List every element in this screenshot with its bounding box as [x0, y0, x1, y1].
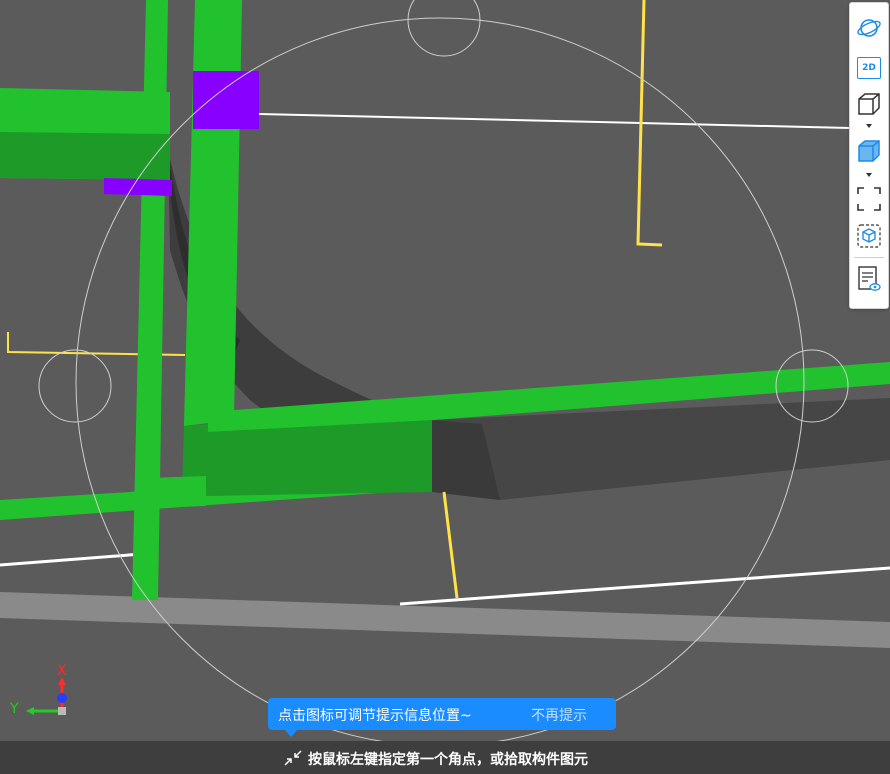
white-pipe-1[interactable] — [215, 112, 851, 129]
purple-connector-1[interactable] — [193, 71, 259, 129]
toolbar-divider — [854, 257, 884, 258]
cube-filled-icon — [856, 138, 882, 164]
view-2d-button[interactable]: 2D — [853, 53, 885, 83]
wireframe-dropdown-caret[interactable] — [866, 124, 872, 128]
view-toolbar: 2D — [849, 2, 889, 309]
fullscreen-corners-icon — [856, 186, 882, 212]
section-box-button[interactable] — [853, 221, 885, 251]
green-beam-top-left-shade[interactable] — [0, 132, 170, 180]
purple-connector-2[interactable] — [104, 178, 172, 196]
yellow-line-3[interactable] — [442, 491, 459, 599]
status-bar: 按鼠标左键指定第一个角点，或拾取构件图元 — [0, 741, 890, 774]
white-pipe-2[interactable] — [0, 552, 143, 567]
solid-dropdown-caret[interactable] — [866, 173, 872, 177]
view-2d-label: 2D — [862, 63, 876, 73]
green-beam-block[interactable] — [206, 420, 432, 496]
tip-arrow — [285, 730, 297, 737]
axis-y-label: Y — [10, 701, 19, 717]
axis-x-label: X — [57, 663, 67, 679]
orbit-icon — [856, 16, 882, 40]
2d-view-icon: 2D — [857, 57, 881, 79]
properties-button[interactable] — [853, 264, 885, 294]
3d-viewport[interactable] — [0, 0, 890, 774]
green-column-center[interactable] — [184, 0, 242, 426]
tip-bubble[interactable]: 点击图标可调节提示信息位置~ 不再提示 — [268, 698, 616, 737]
cube-outline-icon — [856, 91, 882, 117]
axis-gizmo: Y X — [8, 663, 78, 725]
display-wireframe-button[interactable] — [853, 89, 885, 119]
display-solid-button[interactable] — [853, 136, 885, 166]
orbit-handle-top[interactable] — [407, 0, 481, 57]
dont-show-again-link[interactable]: 不再提示 — [531, 705, 587, 725]
cube-select-icon — [856, 223, 882, 249]
collapse-arrows-icon[interactable] — [283, 749, 303, 771]
white-pipe-3[interactable] — [399, 566, 890, 606]
model-scene[interactable] — [0, 0, 890, 774]
tip-message: 点击图标可调节提示信息位置~ — [278, 708, 472, 724]
orbit-handle-left[interactable] — [38, 349, 112, 423]
fit-view-button[interactable] — [853, 184, 885, 214]
green-beam-end[interactable] — [146, 476, 206, 508]
document-view-icon — [856, 265, 882, 293]
orbit-button[interactable] — [853, 13, 885, 43]
command-prompt: 按鼠标左键指定第一个角点，或拾取构件图元 — [308, 752, 588, 768]
